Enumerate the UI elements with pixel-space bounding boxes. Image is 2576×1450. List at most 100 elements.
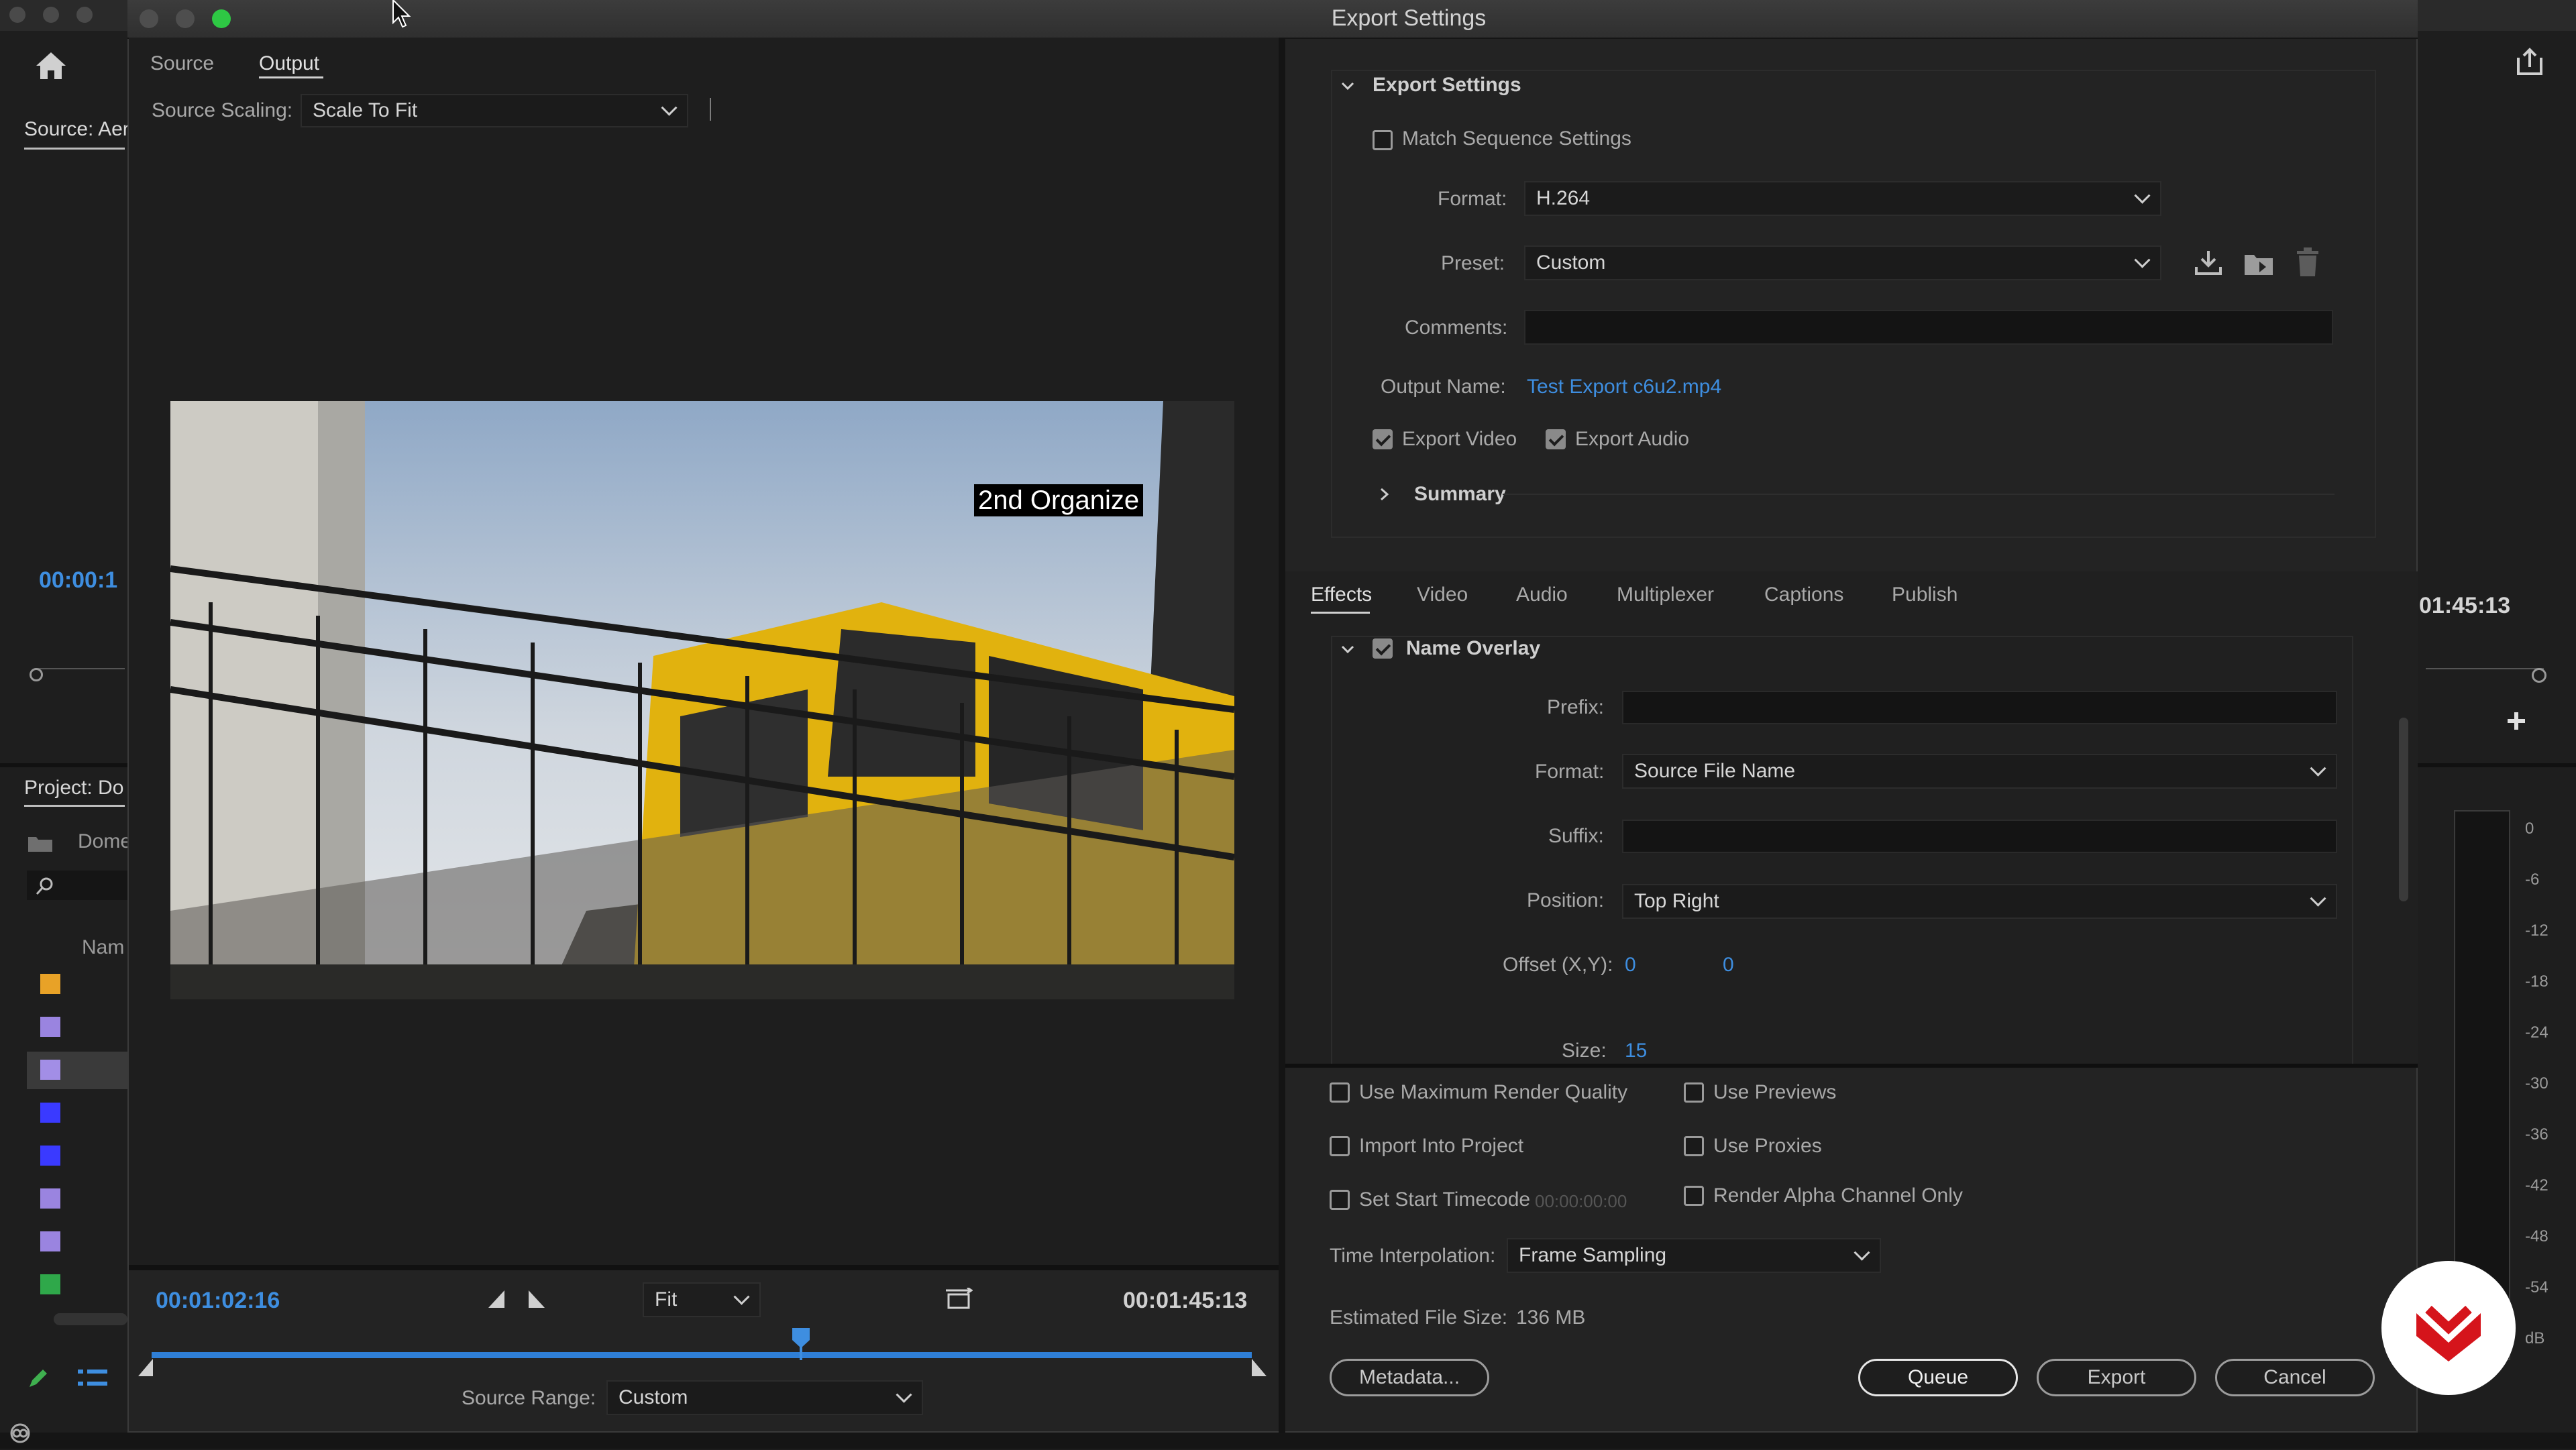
queue-button[interactable]: Queue [1858, 1359, 2018, 1396]
source-timecode: 00:00:1 [39, 567, 118, 593]
export-button[interactable]: Export [2037, 1359, 2196, 1396]
chevron-right-icon[interactable] [1378, 484, 1391, 501]
project-item-swatch[interactable] [40, 1060, 60, 1080]
chevron-down-icon [2134, 252, 2151, 268]
set-start-timecode-checkbox[interactable] [1330, 1190, 1350, 1210]
export-audio-checkbox[interactable] [1546, 429, 1566, 449]
tab-output[interactable]: Output [259, 52, 319, 75]
zoom-dropdown[interactable]: Fit [643, 1282, 761, 1317]
dialog-minimize-button[interactable] [176, 9, 195, 28]
match-sequence-checkbox[interactable] [1373, 130, 1393, 150]
chevron-down-icon [733, 1288, 750, 1305]
home-icon[interactable] [34, 50, 68, 80]
folder-icon [27, 833, 54, 853]
comments-input[interactable] [1524, 310, 2333, 345]
start-timecode-value: 00:00:00:00 [1535, 1191, 1627, 1211]
size-label: Size: [1562, 1040, 1607, 1062]
set-in-point-icon[interactable] [487, 1289, 506, 1309]
overlay-format-dropdown[interactable]: Source File Name [1622, 754, 2337, 789]
pencil-icon[interactable] [27, 1367, 50, 1390]
source-scaling-dropdown[interactable]: Scale To Fit [301, 94, 688, 127]
max-render-quality-checkbox[interactable] [1330, 1082, 1350, 1103]
tab-captions[interactable]: Captions [1764, 583, 1843, 606]
name-column-header[interactable]: Nam [82, 936, 124, 959]
offset-x-value[interactable]: 0 [1625, 954, 1636, 977]
out-point-handle[interactable] [1250, 1357, 1268, 1378]
tab-publish[interactable]: Publish [1892, 583, 1957, 606]
source-panel-label[interactable]: Source: Aer [24, 118, 129, 141]
duration-timecode: 00:01:45:13 [1123, 1288, 1248, 1313]
list-view-icon[interactable] [78, 1368, 107, 1388]
project-item-swatch[interactable] [40, 1188, 60, 1209]
effects-tab-underline [1311, 612, 1370, 614]
prefix-input[interactable] [1622, 691, 2337, 724]
preset-dropdown[interactable]: Custom [1524, 245, 2161, 280]
playhead[interactable] [791, 1327, 811, 1360]
meter-tick-label: dB [2525, 1329, 2545, 1347]
aspect-toggle-icon[interactable] [945, 1286, 973, 1312]
search-icon [35, 876, 55, 896]
project-item-swatch[interactable] [40, 974, 60, 994]
offset-y-value[interactable]: 0 [1723, 954, 1734, 977]
time-interpolation-label: Time Interpolation: [1330, 1245, 1496, 1267]
output-name-link[interactable]: Test Export c6u2.mp4 [1527, 376, 1721, 398]
tab-audio[interactable]: Audio [1516, 583, 1568, 606]
chevron-down-icon [896, 1386, 912, 1403]
share-icon[interactable] [2516, 47, 2544, 76]
time-interpolation-dropdown[interactable]: Frame Sampling [1507, 1238, 1881, 1273]
metadata-button[interactable]: Metadata... [1330, 1359, 1489, 1396]
import-preset-icon[interactable] [2243, 249, 2274, 276]
name-overlay-title[interactable]: Name Overlay [1406, 637, 1540, 660]
source-range-dropdown[interactable]: Custom [606, 1380, 923, 1415]
name-overlay-checkbox[interactable] [1373, 638, 1393, 659]
add-icon[interactable] [2506, 711, 2526, 731]
timeline-track[interactable] [152, 1352, 1252, 1358]
dialog-zoom-button[interactable] [212, 9, 231, 28]
mouse-cursor-icon [392, 0, 413, 30]
tab-effects[interactable]: Effects [1311, 583, 1372, 606]
chevron-down-icon[interactable] [1340, 76, 1355, 91]
meter-tick-label: -12 [2525, 922, 2548, 940]
project-item-swatch[interactable] [40, 1146, 60, 1166]
format-dropdown[interactable]: H.264 [1524, 181, 2161, 216]
current-timecode[interactable]: 00:01:02:16 [156, 1288, 280, 1314]
suffix-input[interactable] [1622, 820, 2337, 853]
position-value: Top Right [1634, 890, 1719, 912]
project-item-swatch[interactable] [40, 1017, 60, 1037]
format-label: Format: [1438, 188, 1507, 210]
project-item-swatch[interactable] [40, 1103, 60, 1123]
summary-toggle[interactable]: Summary [1414, 483, 1506, 506]
project-panel-label[interactable]: Project: Do [24, 777, 123, 799]
chevron-down-icon [2310, 760, 2326, 777]
dialog-close-button[interactable] [140, 9, 158, 28]
tab-video[interactable]: Video [1417, 583, 1468, 606]
project-item-swatch[interactable] [40, 1274, 60, 1294]
use-proxies-label: Use Proxies [1713, 1135, 1822, 1157]
import-into-project-checkbox[interactable] [1330, 1136, 1350, 1156]
render-alpha-checkbox[interactable] [1684, 1186, 1704, 1206]
set-out-point-icon[interactable] [527, 1289, 546, 1309]
tab-multiplexer[interactable]: Multiplexer [1617, 583, 1714, 606]
size-value[interactable]: 15 [1625, 1040, 1647, 1062]
cancel-button[interactable]: Cancel [2215, 1359, 2375, 1396]
tab-source[interactable]: Source [150, 52, 214, 75]
export-settings-title[interactable]: Export Settings [1373, 74, 1521, 97]
in-point-handle[interactable] [137, 1357, 154, 1378]
use-proxies-checkbox[interactable] [1684, 1136, 1704, 1156]
delete-preset-icon[interactable] [2294, 247, 2321, 278]
source-scrub-handle[interactable] [30, 668, 43, 681]
chevron-down-icon[interactable] [1340, 640, 1355, 655]
program-scrub-handle[interactable] [2532, 668, 2546, 683]
chevron-down-icon [1854, 1244, 1870, 1261]
export-audio-label: Export Audio [1575, 428, 1690, 450]
export-video-checkbox[interactable] [1373, 429, 1393, 449]
project-panel-underline [24, 805, 125, 807]
project-item-swatch[interactable] [40, 1231, 60, 1251]
meter-tick-label: -42 [2525, 1176, 2548, 1194]
effects-scrollbar[interactable] [2399, 718, 2408, 901]
save-preset-icon[interactable] [2194, 249, 2223, 276]
position-dropdown[interactable]: Top Right [1622, 884, 2337, 919]
project-scrollbar[interactable] [54, 1313, 127, 1325]
use-previews-checkbox[interactable] [1684, 1082, 1704, 1103]
creative-cloud-icon[interactable] [7, 1422, 34, 1445]
